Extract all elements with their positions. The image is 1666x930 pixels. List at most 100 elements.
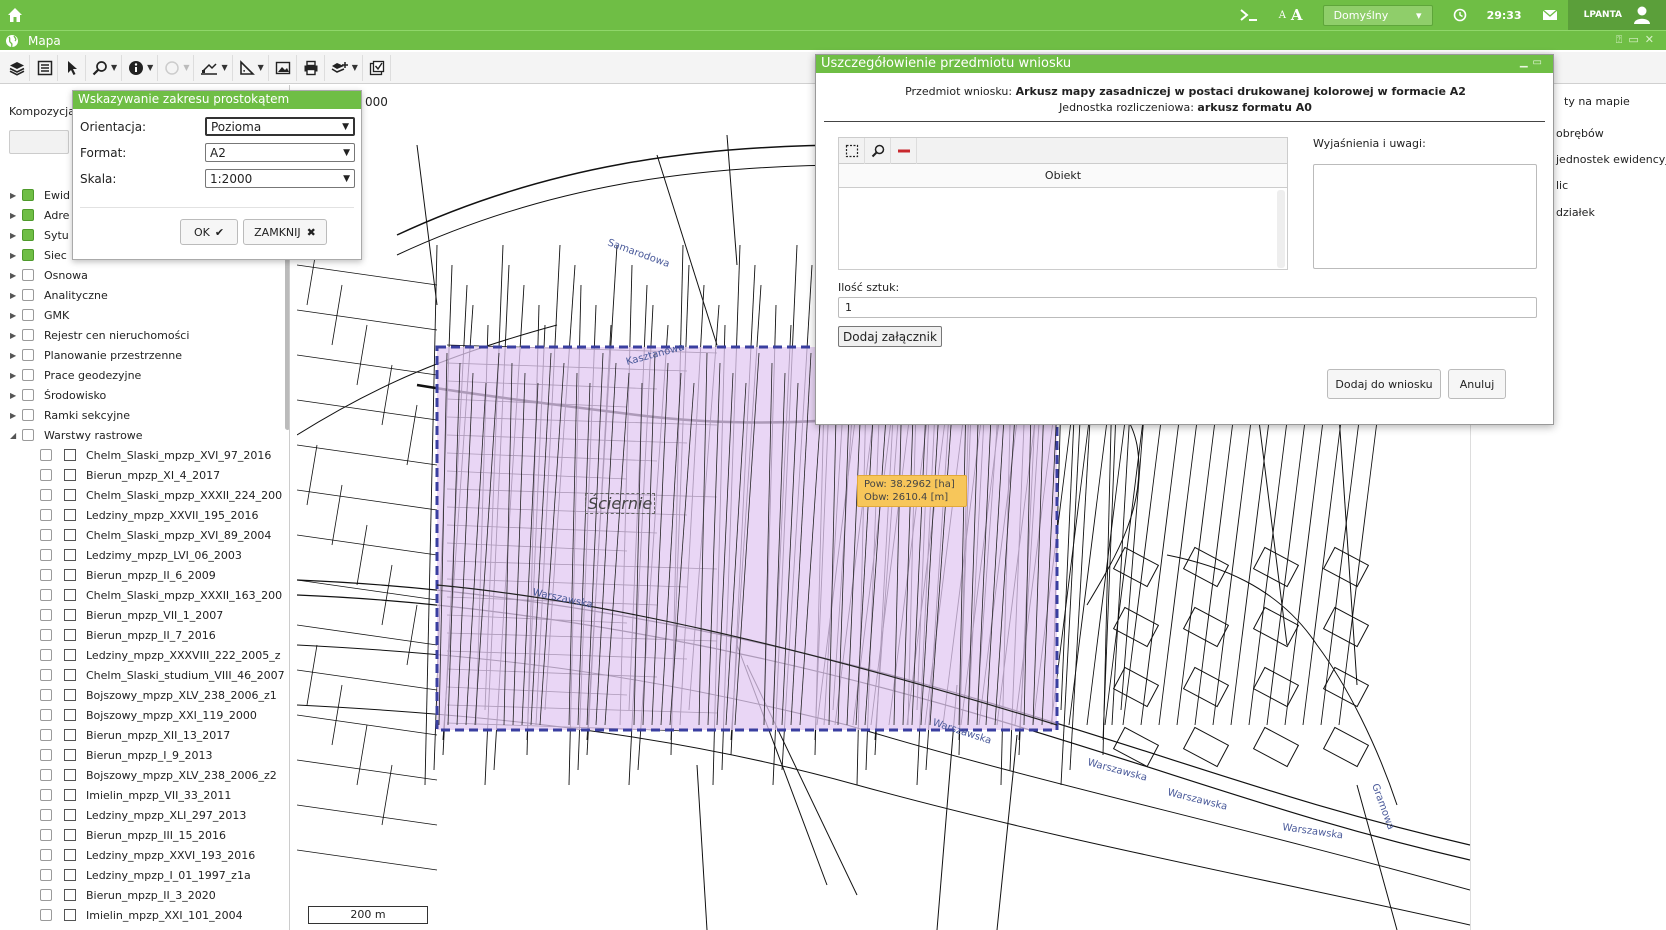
font-small-button[interactable]: A [1279, 10, 1286, 21]
object-column-header[interactable]: Obiekt [839, 164, 1287, 188]
font-large-button[interactable]: A [1291, 6, 1303, 24]
layer-checkbox[interactable] [22, 209, 34, 221]
layer-checkbox[interactable] [22, 229, 34, 241]
raster-layer-item[interactable]: Ledziny_mpzp_I_01_1997_z1a [0, 865, 280, 885]
print-tool[interactable] [299, 54, 325, 81]
layer-checkbox[interactable] [40, 449, 52, 461]
layer-visibility-checkbox[interactable] [64, 709, 76, 721]
layers-tool[interactable] [4, 54, 30, 81]
layer-group-item[interactable]: ▶ Rejestr cen nieruchomości [0, 325, 280, 345]
scale-select[interactable]: 1:2000 ▼ [205, 169, 355, 188]
add-to-request-button[interactable]: Dodaj do wniosku [1327, 369, 1441, 399]
caret-right-icon[interactable]: ▶ [10, 271, 22, 280]
layer-group-item[interactable]: ▶ Planowanie przestrzenne [0, 345, 280, 365]
remove-object-button[interactable] [891, 137, 917, 164]
info-tool[interactable]: ▼ [124, 54, 159, 81]
add-attachment-button[interactable]: Dodaj załącznik [838, 326, 942, 347]
raster-layer-item[interactable]: Ledzimy_mpzp_LVI_06_2003 [0, 545, 280, 565]
layer-group-item[interactable]: ◢ Warstwy rastrowe [0, 425, 280, 445]
measure-tool[interactable]: ▼ [235, 54, 269, 81]
layer-visibility-checkbox[interactable] [64, 769, 76, 781]
window-controls[interactable]: ⍰▭✕ [1616, 33, 1660, 47]
layer-visibility-checkbox[interactable] [64, 909, 76, 921]
layer-checkbox[interactable] [40, 809, 52, 821]
layer-visibility-checkbox[interactable] [64, 649, 76, 661]
layer-visibility-checkbox[interactable] [64, 689, 76, 701]
raster-layer-item[interactable]: Bierun_mpzp_II_7_2016 [0, 625, 280, 645]
raster-layer-item[interactable]: Bojszowy_mpzp_XLV_238_2006_z2 [0, 765, 280, 785]
close-button[interactable]: ZAMKNIJ ✖ [243, 219, 327, 245]
layer-checkbox[interactable] [40, 829, 52, 841]
layer-group-item[interactable]: ▶ Ramki sekcyjne [0, 405, 280, 425]
layer-visibility-checkbox[interactable] [64, 669, 76, 681]
raster-layer-item[interactable]: Bierun_mpzp_VII_1_2007 [0, 605, 280, 625]
layer-checkbox[interactable] [40, 649, 52, 661]
caret-right-icon[interactable]: ▶ [10, 251, 22, 260]
raster-layer-item[interactable]: Imielin_mpzp_XXI_101_2004 [0, 905, 280, 925]
layer-visibility-checkbox[interactable] [64, 749, 76, 761]
layer-visibility-checkbox[interactable] [64, 629, 76, 641]
raster-layer-item[interactable]: Bierun_mpzp_XII_13_2017 [0, 725, 280, 745]
layer-visibility-checkbox[interactable] [64, 449, 76, 461]
image-tool[interactable] [271, 54, 297, 81]
ok-button[interactable]: OK ✔ [180, 219, 238, 245]
layer-visibility-checkbox[interactable] [64, 869, 76, 881]
cancel-button[interactable]: Anuluj [1448, 369, 1506, 399]
layer-checkbox[interactable] [40, 609, 52, 621]
caret-right-icon[interactable]: ▶ [10, 351, 22, 360]
layer-visibility-checkbox[interactable] [64, 889, 76, 901]
layer-visibility-checkbox[interactable] [64, 509, 76, 521]
layer-visibility-checkbox[interactable] [64, 849, 76, 861]
layer-visibility-checkbox[interactable] [64, 589, 76, 601]
layer-checkbox[interactable] [22, 269, 34, 281]
object-grid-scrollbar[interactable] [1277, 190, 1285, 268]
font-size-controls[interactable]: A A [1279, 6, 1303, 24]
layer-checkbox[interactable] [40, 589, 52, 601]
layer-visibility-checkbox[interactable] [64, 789, 76, 801]
raster-layer-item[interactable]: Bojszowy_mpzp_XXI_119_2000 [0, 705, 280, 725]
edit-tool[interactable]: ▼ [196, 54, 233, 81]
raster-layer-item[interactable]: Bierun_mpzp_II_6_2009 [0, 565, 280, 585]
caret-down-icon[interactable]: ◢ [10, 431, 22, 440]
layer-checkbox[interactable] [40, 509, 52, 521]
raster-layer-item[interactable]: Bojszowy_mpzp_XLV_238_2006_z1 [0, 685, 280, 705]
caret-right-icon[interactable]: ▶ [10, 311, 22, 320]
caret-right-icon[interactable]: ▶ [10, 291, 22, 300]
layer-checkbox[interactable] [40, 909, 52, 921]
profile-select[interactable]: Domyślny ▾ [1322, 4, 1433, 26]
map-info-item[interactable]: działek [1556, 206, 1595, 219]
layer-checkbox[interactable] [40, 669, 52, 681]
mail-icon[interactable] [1542, 9, 1558, 21]
caret-right-icon[interactable]: ▶ [10, 231, 22, 240]
console-icon[interactable] [1239, 8, 1259, 22]
layer-visibility-checkbox[interactable] [64, 529, 76, 541]
layer-visibility-checkbox[interactable] [64, 549, 76, 561]
raster-layer-item[interactable]: Ledziny_mpzp_XXVII_195_2016 [0, 505, 280, 525]
layer-checkbox[interactable] [40, 709, 52, 721]
layer-checkbox[interactable] [40, 469, 52, 481]
layer-group-item[interactable]: ▶ Prace geodezyjne [0, 365, 280, 385]
layer-checkbox[interactable] [40, 569, 52, 581]
layer-checkbox[interactable] [40, 869, 52, 881]
layer-panel-scrollbar[interactable] [285, 250, 289, 430]
raster-layer-item[interactable]: Bierun_mpzp_III_15_2016 [0, 825, 280, 845]
layer-checkbox[interactable] [40, 689, 52, 701]
layer-group-item[interactable]: ▶ Osnowa [0, 265, 280, 285]
layer-checkbox[interactable] [22, 309, 34, 321]
layer-checkbox[interactable] [22, 349, 34, 361]
map-info-item[interactable]: lic [1556, 179, 1568, 192]
raster-layer-item[interactable]: Ledziny_mpzp_XXXVIII_222_2005_z [0, 645, 281, 665]
layer-checkbox[interactable] [22, 369, 34, 381]
caret-right-icon[interactable]: ▶ [10, 211, 22, 220]
map-info-item[interactable]: jednostek ewidencyjny [1556, 153, 1666, 166]
legend-tool[interactable] [32, 54, 58, 81]
caret-right-icon[interactable]: ▶ [10, 191, 22, 200]
caret-right-icon[interactable]: ▶ [10, 391, 22, 400]
raster-layer-item[interactable]: Bierun_mpzp_II_3_2020 [0, 885, 280, 905]
layer-group-item[interactable]: ▶ Analityczne [0, 285, 280, 305]
raster-layer-item[interactable]: Bierun_mpzp_XI_4_2017 [0, 465, 280, 485]
zoom-tool[interactable]: ▼ [88, 54, 123, 81]
layer-checkbox[interactable] [22, 289, 34, 301]
rect-select-button[interactable] [839, 137, 865, 164]
home-icon[interactable] [6, 6, 24, 24]
